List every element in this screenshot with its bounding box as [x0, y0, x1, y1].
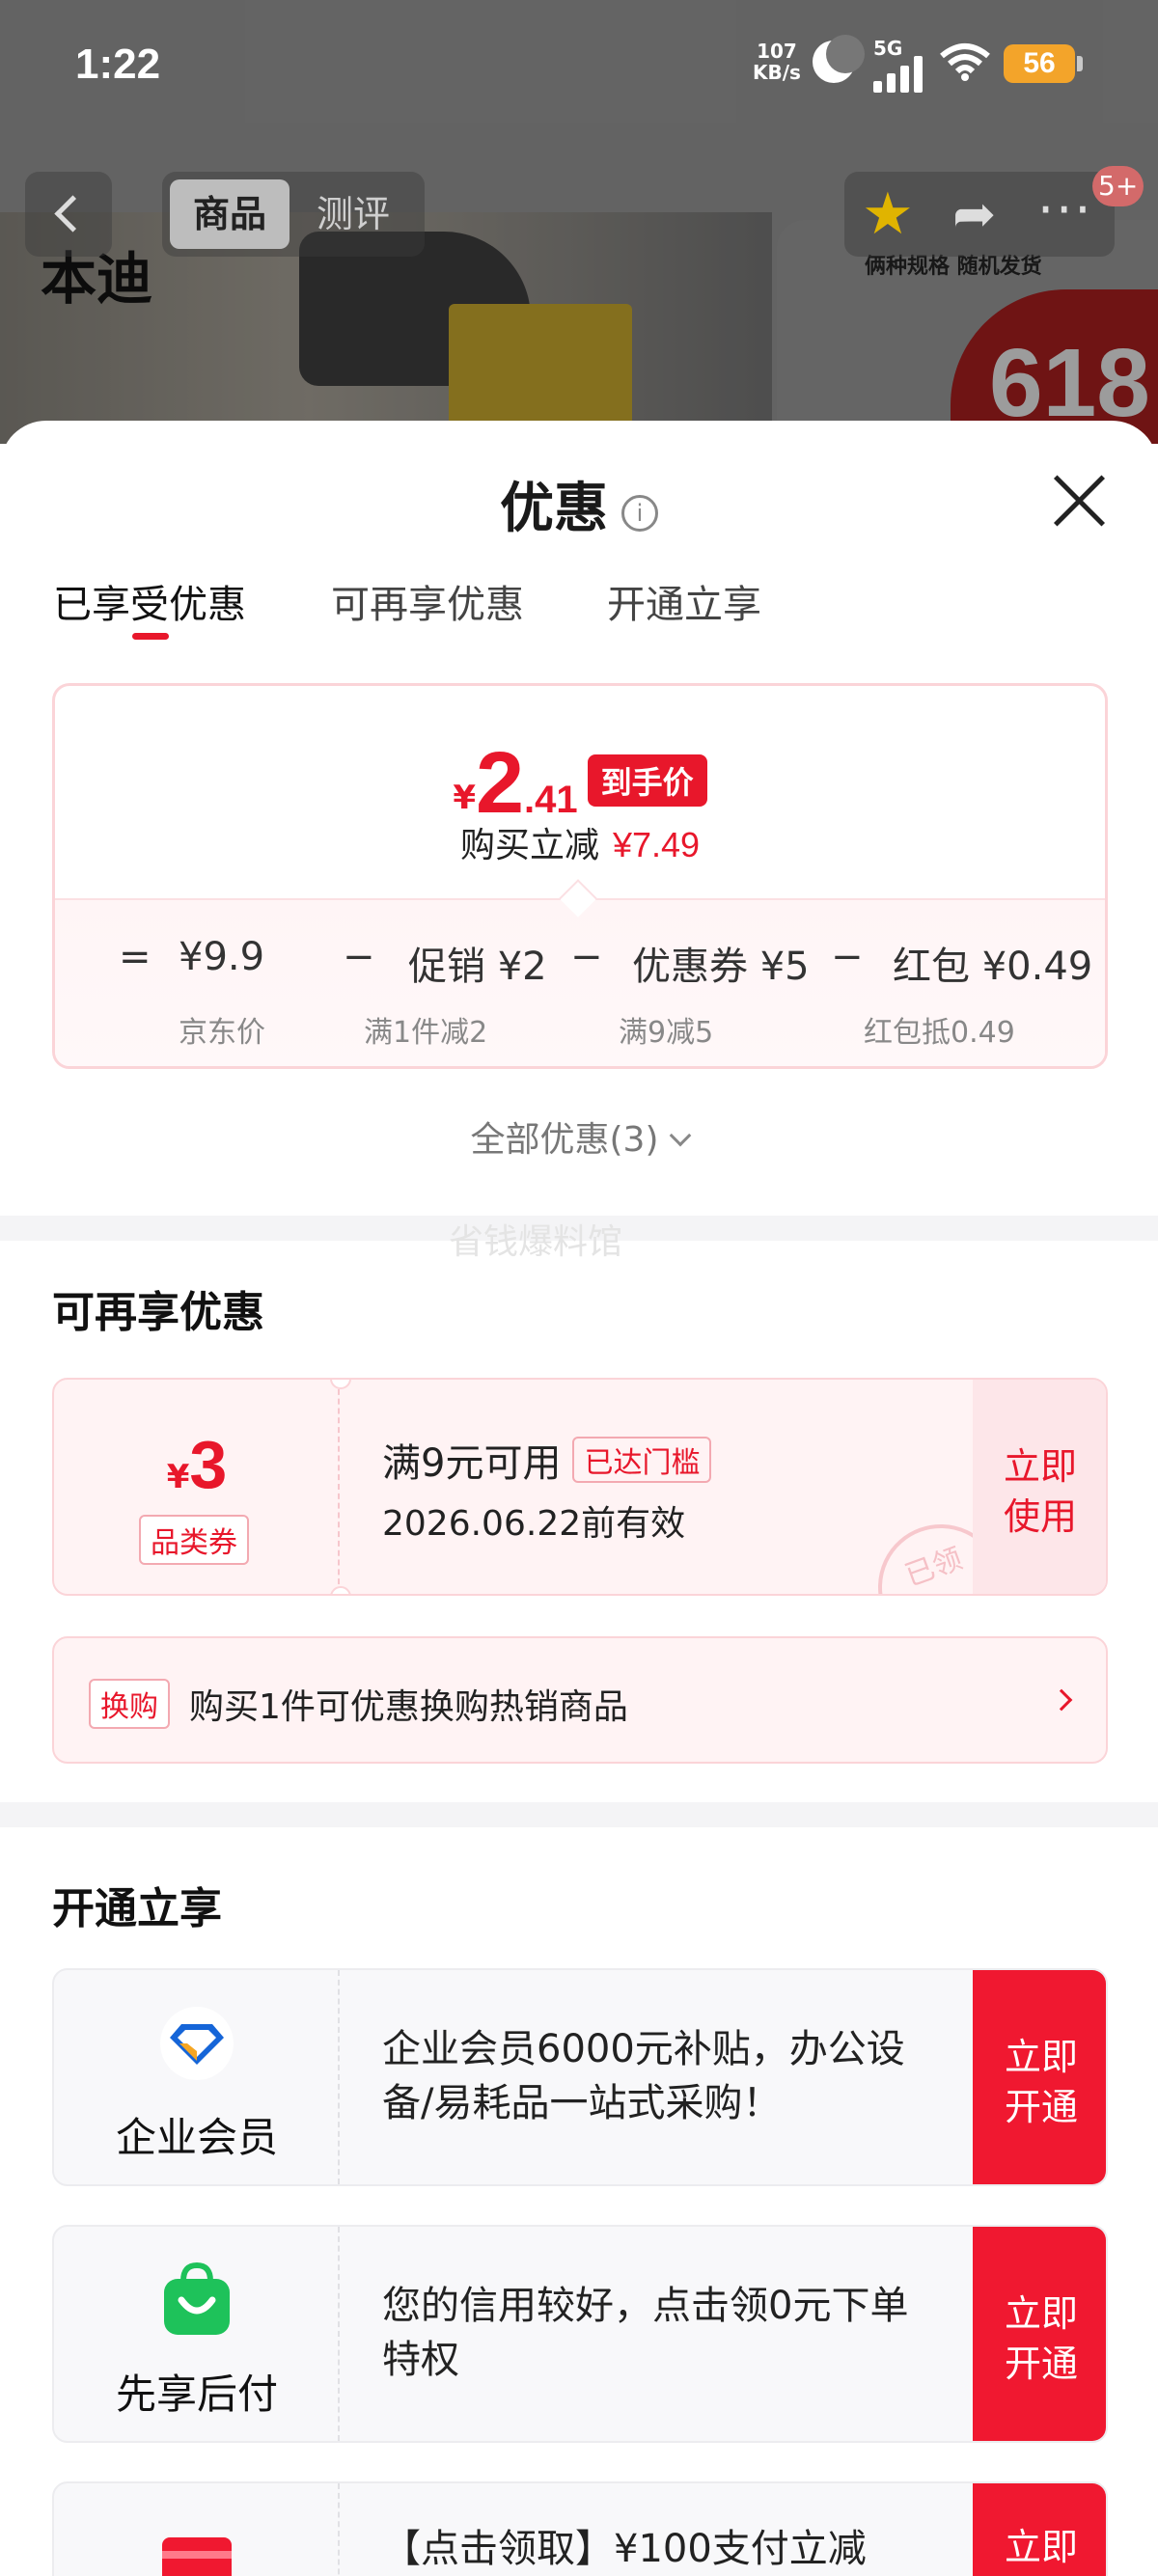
green-bag-icon [164, 2261, 230, 2335]
trade-in-offer[interactable]: 换购 购买1件可优惠换购热销商品 [52, 1636, 1108, 1764]
member-desc: 企业会员6000元补贴，办公设备/易耗品一站式采购！ [382, 2027, 905, 2125]
tab-enjoyed[interactable]: 已享受优惠 [53, 573, 246, 629]
payment-discount-card: 【点击领取】¥100支付立减 立即 [52, 2481, 1108, 2576]
product-top-nav: 商品 测评 ★ ➦ ··· 5+ [0, 166, 1158, 262]
message-badge: 5+ [1092, 166, 1144, 206]
discount-summary: 购买立减 ¥7.49 [459, 825, 701, 865]
enterprise-diamond-icon [160, 2007, 234, 2080]
member-name: 先享后付 [115, 2370, 278, 2418]
chevron-down-icon [669, 1124, 691, 1147]
sheet-title: 优惠 i [0, 465, 1158, 543]
trade-in-text: 购买1件可优惠换购热销商品 [189, 1687, 628, 1727]
coupon-condition: 满9元可用 已达门槛 [382, 1432, 712, 1488]
coupon-amount: ¥3 [166, 1427, 228, 1502]
dnd-moon-icon [813, 35, 865, 83]
back-button[interactable] [25, 172, 112, 257]
chevron-right-icon [1050, 1688, 1073, 1712]
jd-price-value: ¥9.9 [179, 935, 265, 979]
promo-value: 促销 ¥2 [408, 945, 547, 989]
status-bar: 1:22 107 KB/s 5G 56 [0, 0, 1158, 135]
battery-icon: 56 [1004, 44, 1083, 83]
all-promotions-toggle[interactable]: 全部优惠(3) [0, 1111, 1158, 1162]
net-speed: 107 KB/s [753, 40, 801, 84]
promotions-sheet: 优惠 i 已享受优惠 可再享优惠 开通立享 ¥2.41 到手价 购买立减 ¥7.49 … [0, 421, 1158, 2576]
trade-in-badge: 换购 [89, 1679, 170, 1729]
close-icon[interactable] [1050, 471, 1108, 529]
member-desc: 您的信用较好，点击领0元下单特权 [382, 2284, 909, 2382]
use-coupon-button[interactable]: 立即 使用 [973, 1380, 1106, 1594]
section-divider [0, 1802, 1158, 1827]
share-icon[interactable]: ➦ [952, 178, 996, 251]
open-now-button[interactable]: 立即 开通 [973, 1970, 1106, 2184]
final-price-tag: 到手价 [587, 754, 707, 807]
tab-indicator [132, 633, 169, 640]
member-name: 企业会员 [115, 2114, 278, 2161]
coupon-type-badge: 品类券 [139, 1515, 249, 1565]
coupon-validity: 2026.06.22前有效 [382, 1504, 686, 1544]
section-title-more: 可再享优惠 [52, 1288, 264, 1337]
more-icon[interactable]: ··· [1037, 174, 1093, 247]
open-now-button[interactable]: 立即 [973, 2483, 1106, 2576]
action-group: ★ ➦ ··· [844, 172, 1115, 257]
tab-more-available[interactable]: 可再享优惠 [331, 573, 524, 629]
watermark: 省钱爆料馆 [449, 1222, 623, 1262]
status-time: 1:22 [75, 41, 161, 88]
coupon-value: 优惠券 ¥5 [632, 945, 810, 989]
redpacket-value: 红包 ¥0.49 [893, 945, 1093, 989]
pay-later-card: 先享后付 您的信用较好，点击领0元下单特权 立即 开通 [52, 2225, 1108, 2443]
favorite-star-icon[interactable]: ★ [862, 178, 914, 251]
price-breakdown-card: ¥2.41 到手价 购买立减 ¥7.49 = ¥9.9 − 促销 ¥2 − 优惠券 … [52, 683, 1108, 1069]
member-desc: 【点击领取】¥100支付立减 [382, 2527, 867, 2571]
enterprise-member-card: 企业会员 企业会员6000元补贴，办公设备/易耗品一站式采购！ 立即 开通 [52, 1968, 1108, 2186]
red-card-icon [162, 2537, 232, 2576]
open-now-button[interactable]: 立即 开通 [973, 2227, 1106, 2441]
tab-open-enjoy[interactable]: 开通立享 [607, 573, 761, 629]
tab-product[interactable]: 商品 [170, 179, 290, 249]
info-icon[interactable]: i [621, 495, 658, 532]
threshold-badge: 已达门槛 [572, 1437, 712, 1483]
price-equation: = ¥9.9 − 促销 ¥2 − 优惠券 ¥5 − 红包 ¥0.49 [119, 935, 1093, 989]
product-tabs: 商品 测评 [162, 172, 425, 257]
tab-review[interactable]: 测评 [317, 179, 390, 249]
section-title-open: 开通立享 [52, 1884, 222, 1933]
wifi-icon [940, 43, 990, 81]
coupon-card: ¥3 品类券 满9元可用 已达门槛 2026.06.22前有效 已领 立即 使用 [52, 1378, 1108, 1596]
